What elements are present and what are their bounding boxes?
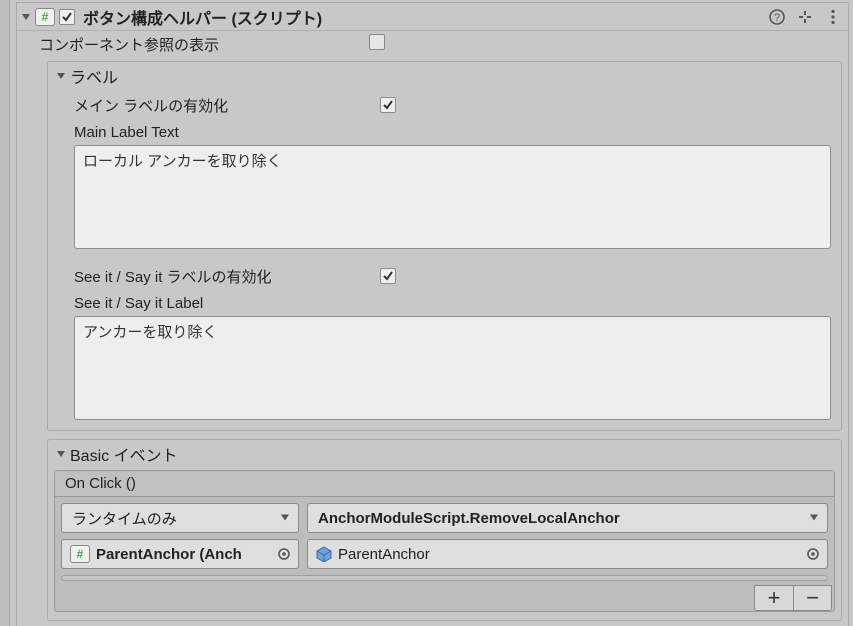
show-component-refs-toggle[interactable] [369,34,385,50]
inspector-component: # ボタン構成ヘルパー (スクリプト) ? コンポーネント参照の表示 [16,2,849,626]
target-object-field[interactable]: # ParentAnchor (Anch [61,539,299,569]
enable-seeit-label-label: See it / Say it ラベルの有効化 [74,266,380,287]
enable-main-label-row: メイン ラベルの有効化 [74,92,831,118]
enable-seeit-label-row: See it / Say it ラベルの有効化 [74,263,831,289]
argument-object-value: ParentAnchor [338,546,430,563]
basic-events-title: Basic イベント [70,442,178,466]
argument-object-field[interactable]: ParentAnchor [307,539,828,569]
component-header: # ボタン構成ヘルパー (スクリプト) ? [17,3,848,31]
onclick-event-list: ランタイムのみ AnchorModuleScript.RemoveLocalAn… [55,497,834,581]
preset-icon[interactable] [796,8,814,26]
runtime-mode-value: ランタイムのみ [72,508,177,529]
gameobject-icon [316,546,332,562]
label-section-foldout[interactable] [54,69,68,83]
help-icon[interactable]: ? [768,8,786,26]
show-component-refs-row: コンポーネント参照の表示 [17,31,848,57]
component-title: ボタン構成ヘルパー (スクリプト) [83,5,768,29]
basic-events-section: Basic イベント On Click () ランタイムのみ AnchorMod… [47,439,842,621]
method-dropdown[interactable]: AnchorModuleScript.RemoveLocalAnchor [307,503,828,533]
component-enable-toggle[interactable] [59,9,75,25]
enable-seeit-label-toggle[interactable] [380,268,396,284]
component-foldout[interactable] [19,10,33,24]
svg-text:?: ? [774,12,780,24]
remove-event-button[interactable]: − [793,586,831,610]
event-add-remove-buttons: + − [754,585,832,611]
show-component-refs-label: コンポーネント参照の表示 [39,34,369,55]
main-label-text-input[interactable]: ローカル アンカーを取り除く [74,145,831,249]
script-icon: # [70,545,90,563]
seeit-label-text-label: See it / Say it Label [74,295,831,312]
method-value: AnchorModuleScript.RemoveLocalAnchor [318,510,620,527]
event-footer: + − [55,581,834,611]
basic-events-header[interactable]: Basic イベント [48,440,841,468]
script-icon: # [35,8,55,26]
label-section: ラベル メイン ラベルの有効化 Main Label Text ローカル アンカ… [47,61,842,431]
context-menu-icon[interactable] [824,8,842,26]
basic-events-foldout[interactable] [54,447,68,461]
object-picker-icon[interactable] [805,546,821,562]
component-header-icons: ? [768,8,842,26]
event-row-1: ランタイムのみ AnchorModuleScript.RemoveLocalAn… [61,503,828,533]
main-label-text-label: Main Label Text [74,124,831,141]
seeit-label-text-input[interactable]: アンカーを取り除く [74,316,831,420]
add-event-button[interactable]: + [755,586,793,610]
left-gutter [0,0,10,626]
label-section-header[interactable]: ラベル [48,62,841,90]
enable-main-label-label: メイン ラベルの有効化 [74,95,380,116]
onclick-title: On Click () [55,471,834,497]
chevron-down-icon [809,510,819,527]
event-row-2: # ParentAnchor (Anch ParentAnchor [61,539,828,569]
label-section-title: ラベル [70,64,118,88]
object-picker-icon[interactable] [276,546,292,562]
runtime-mode-dropdown[interactable]: ランタイムのみ [61,503,299,533]
enable-main-label-toggle[interactable] [380,97,396,113]
chevron-down-icon [280,510,290,527]
target-object-value: ParentAnchor (Anch [96,546,242,563]
onclick-event-box: On Click () ランタイムのみ AnchorModuleScript.R… [54,470,835,612]
label-section-body: メイン ラベルの有効化 Main Label Text ローカル アンカーを取り… [48,90,841,430]
